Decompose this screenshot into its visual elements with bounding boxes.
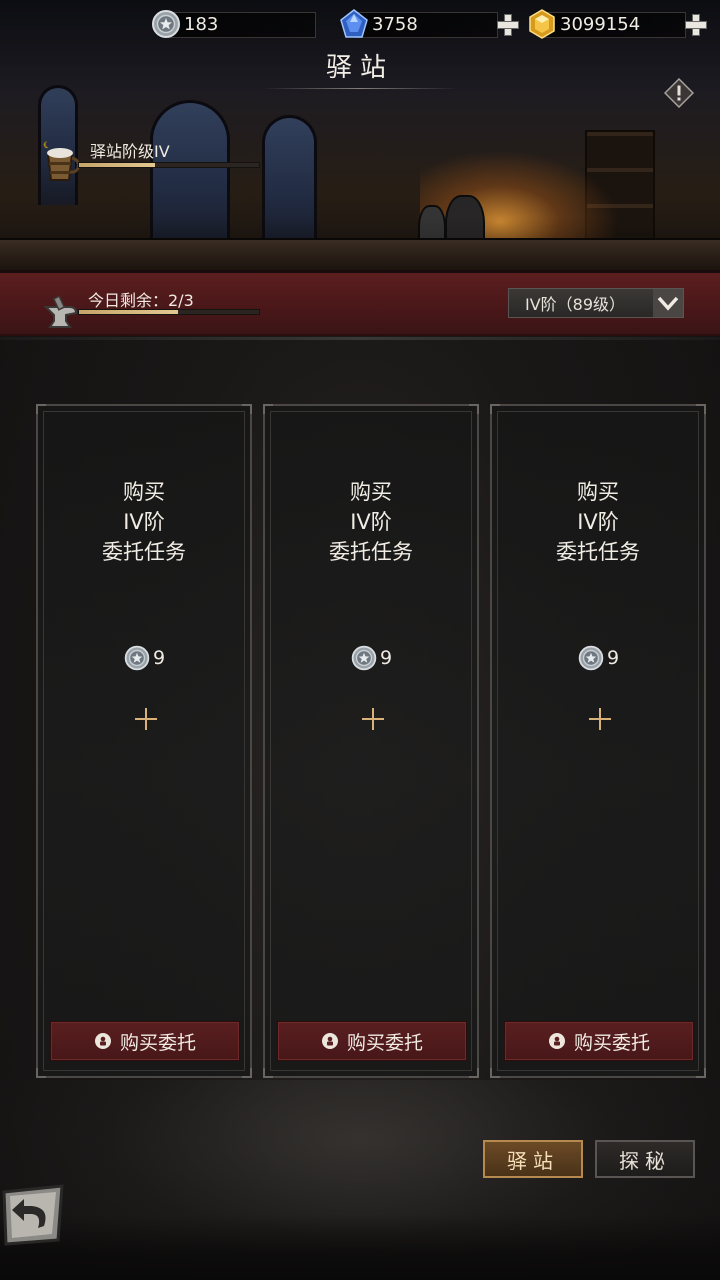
- add-commission-icon[interactable]: [589, 708, 611, 730]
- buy-commission-label: 购买委托: [346, 1031, 423, 1054]
- station-level-progress-fill: [79, 163, 155, 167]
- tavern-scene-background: [0, 0, 720, 272]
- add-gold-gem-button[interactable]: [684, 13, 707, 36]
- silver-coin-icon: [124, 645, 150, 671]
- section-divider: [0, 337, 720, 340]
- silver-coin-icon: [578, 645, 604, 671]
- card-cost: 9: [38, 644, 250, 672]
- commission-card: 购买 IV阶 委托任务 9 购买委托: [36, 404, 252, 1078]
- lock-icon: [321, 1033, 338, 1049]
- bottom-edge-decoration: [0, 1215, 720, 1280]
- card-cost-value: 9: [152, 647, 166, 669]
- currency-silver-value: 183: [184, 13, 219, 35]
- station-screen: 183 3758 3099154 驿站 驿站阶级IV 今日剩余：2/3 IV阶（…: [0, 0, 720, 1280]
- daily-remaining-progress-fill: [79, 310, 178, 314]
- buy-commission-button[interactable]: 购买委托: [277, 1021, 467, 1061]
- lock-icon: [94, 1033, 111, 1049]
- card-line-3: 委托任务: [329, 540, 413, 564]
- page-title: 驿站: [325, 53, 394, 83]
- card-line-2: IV阶: [350, 510, 392, 534]
- tab-station[interactable]: 驿站: [483, 1140, 583, 1178]
- buy-commission-label: 购买委托: [119, 1031, 196, 1054]
- currency-blue-gem: 3758: [338, 8, 498, 40]
- card-line-3: 委托任务: [102, 540, 186, 564]
- currency-gold-gem: 3099154: [526, 8, 686, 40]
- station-level-label: 驿站阶级IV: [90, 142, 170, 161]
- silver-coin-icon: [351, 645, 377, 671]
- card-line-3: 委托任务: [556, 540, 640, 564]
- card-line-2: IV阶: [577, 510, 619, 534]
- card-cost-value: 9: [379, 647, 393, 669]
- tab-explore[interactable]: 探秘: [595, 1140, 695, 1178]
- lock-icon: [548, 1033, 565, 1049]
- add-commission-icon[interactable]: [362, 708, 384, 730]
- card-cost-value: 9: [606, 647, 620, 669]
- card-line-1: 购买: [577, 480, 619, 504]
- currency-gold-gem-value: 3099154: [560, 13, 641, 35]
- tier-dropdown-value: IV阶（89级）: [525, 295, 626, 314]
- buy-commission-button[interactable]: 购买委托: [504, 1021, 694, 1061]
- silver-coin-icon: [152, 10, 180, 38]
- card-cost: 9: [492, 644, 704, 672]
- back-arrow-icon[interactable]: [0, 1182, 66, 1248]
- chevron-down-icon: [653, 289, 683, 317]
- add-blue-gem-button[interactable]: [496, 13, 519, 36]
- card-cost: 9: [265, 644, 477, 672]
- currency-blue-gem-value: 3758: [372, 13, 418, 35]
- commission-card: 购买 IV阶 委托任务 9 购买委托: [263, 404, 479, 1078]
- scene-shade: [0, 0, 720, 272]
- station-level-progress: [78, 162, 260, 168]
- card-line-1: 购买: [350, 480, 392, 504]
- currency-silver: 183: [150, 8, 316, 40]
- anvil-icon: [43, 295, 78, 328]
- title-underline: [262, 88, 458, 89]
- gold-gem-icon: [529, 9, 555, 39]
- buy-commission-button[interactable]: 购买委托: [50, 1021, 240, 1061]
- daily-remaining-progress: [78, 309, 260, 315]
- commission-card: 购买 IV阶 委托任务 9 购买委托: [490, 404, 706, 1078]
- blue-gem-icon: [340, 9, 368, 38]
- add-commission-icon[interactable]: [135, 708, 157, 730]
- buy-commission-label: 购买委托: [573, 1031, 650, 1054]
- info-icon[interactable]: [664, 78, 694, 108]
- card-line-1: 购买: [123, 480, 165, 504]
- daily-remaining-label: 今日剩余：2/3: [88, 291, 194, 310]
- tier-dropdown[interactable]: IV阶（89级）: [508, 288, 684, 318]
- card-line-2: IV阶: [123, 510, 165, 534]
